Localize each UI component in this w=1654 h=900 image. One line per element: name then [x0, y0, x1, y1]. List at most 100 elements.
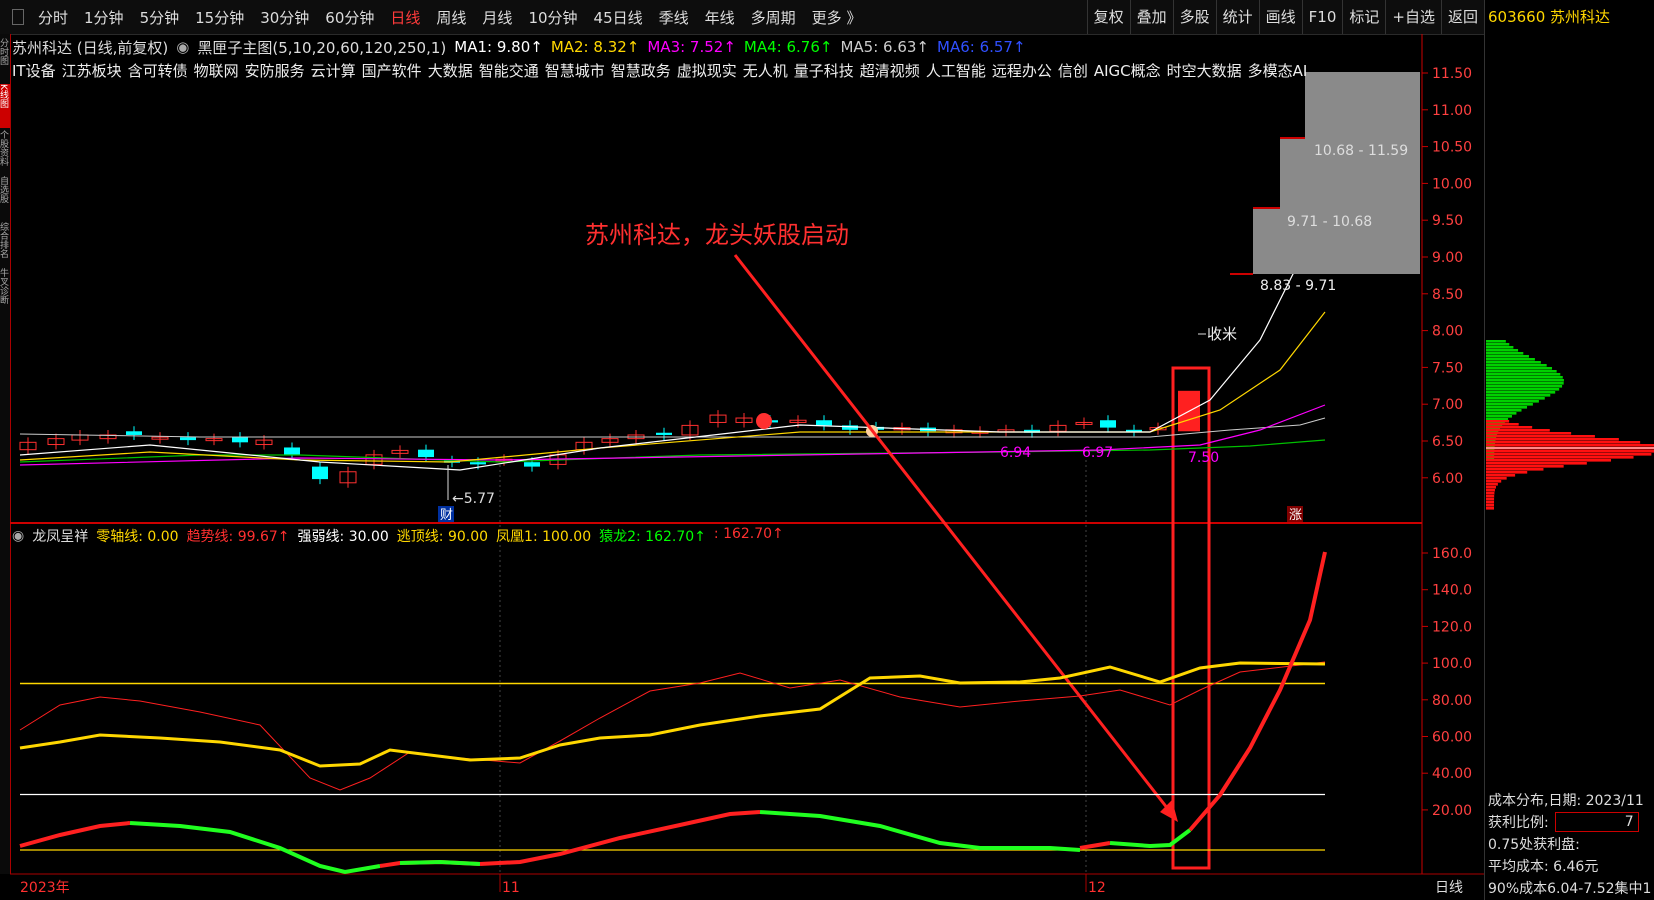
price-label: 11.50: [1432, 66, 1472, 82]
concept-tag[interactable]: 国产软件: [362, 60, 422, 82]
cost-bar-red: [1486, 486, 1496, 489]
concentration: 90%成本6.04-7.52集中1: [1488, 881, 1652, 897]
event-ball: [756, 413, 772, 429]
concept-tag[interactable]: 人工智能: [926, 60, 986, 82]
ma-values: MA1: 9.80↑ MA2: 8.32↑ MA3: 7.52↑ MA4: 6.76↑…: [454, 38, 1033, 56]
range-box-1: [1305, 72, 1420, 138]
cost-bar-red: [1486, 438, 1619, 441]
chart-title[interactable]: 苏州科达 (日线,前复权): [12, 37, 168, 58]
cost-bar-red: [1486, 456, 1634, 459]
indicator-value-4: 凤凰1: 100.00: [496, 529, 592, 545]
concept-tag[interactable]: 大数据: [428, 60, 473, 82]
cost-bar-green: [1486, 382, 1564, 385]
cost-bar-red: [1486, 462, 1587, 465]
candle-body: [1100, 420, 1116, 428]
dragon-line-red: [19, 821, 131, 848]
time-label-dec: 12: [1088, 880, 1106, 896]
cost-bar-green: [1486, 379, 1564, 382]
cost-bar-green: [1486, 397, 1545, 400]
price-label: 8.00: [1432, 324, 1463, 340]
cost-bar-green: [1486, 349, 1519, 352]
ma-value-5: MA5: 6.63↑: [840, 38, 929, 56]
concept-tag[interactable]: 无人机: [743, 60, 788, 82]
cost-bar-green: [1486, 340, 1506, 343]
cost-bar-green: [1486, 364, 1547, 367]
cost-bar-red: [1486, 507, 1495, 510]
candle-body: [418, 449, 434, 458]
ma-value-2: MA2: 8.32↑: [550, 38, 640, 56]
cost-bar-green: [1486, 403, 1533, 406]
candle-body: [816, 420, 832, 426]
cost-bar-green: [1486, 415, 1512, 418]
profit-pos: 0.75处获利盘:: [1488, 837, 1580, 853]
shoumi-label: 收米: [1207, 325, 1237, 343]
cost-bar-green: [1486, 352, 1524, 355]
cost-bar-green: [1486, 343, 1510, 346]
concept-tag[interactable]: 智慧城市: [545, 60, 605, 82]
range-label-2: 9.71 - 10.68: [1287, 214, 1372, 230]
price-label: 7.00: [1432, 397, 1463, 413]
cost-bar-red: [1486, 459, 1612, 462]
indicator-dropdown-icon[interactable]: ◉: [12, 528, 24, 544]
price-mark-3: 7.50: [1188, 450, 1219, 466]
price-label: 7.50: [1432, 360, 1463, 376]
concept-tag[interactable]: AIGC概念: [1094, 60, 1161, 82]
cost-bar-red: [1486, 441, 1641, 444]
cost-bar-green: [1486, 406, 1528, 409]
cost-bar-green: [1486, 394, 1551, 397]
concept-tag[interactable]: IT设备: [12, 60, 56, 82]
candle-body: [232, 437, 248, 443]
cost-bar-green: [1486, 412, 1517, 415]
dragon-line-red: [1079, 841, 1111, 850]
indicator-value-1: 趋势线: 99.67↑: [186, 529, 290, 545]
concept-tags: IT设备 江苏板块 含可转债 物联网 安防服务 云计算 国产软件 大数据 智能交通 智慧城市 智慧政…: [12, 60, 1312, 82]
zhang-label: 涨: [1289, 508, 1302, 523]
candle-body: [126, 431, 142, 435]
concept-tag[interactable]: 量子科技: [794, 60, 854, 82]
cost-bar-red: [1486, 450, 1654, 453]
concept-tag[interactable]: 物联网: [194, 60, 239, 82]
indicator-axis-label: 60.00: [1432, 730, 1472, 746]
concept-tag[interactable]: 安防服务: [245, 60, 305, 82]
concept-tag[interactable]: 江苏板块: [62, 60, 122, 82]
concept-tag[interactable]: 虚拟现实: [677, 60, 737, 82]
ma5-line: [19, 417, 1326, 438]
concept-tag[interactable]: 多模态AI: [1248, 60, 1308, 82]
ma-value-1: MA1: 9.80↑: [454, 38, 543, 56]
cost-bar-red: [1486, 495, 1495, 498]
concept-tag[interactable]: 超清视频: [860, 60, 920, 82]
concept-tag[interactable]: 含可转债: [128, 60, 188, 82]
concept-tag[interactable]: 云计算: [311, 60, 356, 82]
dragon-line-red: [479, 810, 761, 866]
concept-tag[interactable]: 远程办公: [992, 60, 1052, 82]
annotation-arrow: [733, 254, 1177, 819]
indicator-values: 零轴线: 0.00 趋势线: 99.67↑ 强弱线: 30.00 逃顶线: 90.00…: [96, 526, 792, 546]
price-mark-1: 6.94: [1000, 445, 1031, 461]
concept-tag[interactable]: 信创: [1058, 60, 1088, 82]
time-label-period: 日线: [1435, 880, 1463, 896]
cost-bar-green: [1486, 391, 1556, 394]
indicator-header: ◉ 龙凤呈祥 零轴线: 0.00 趋势线: 99.67↑ 强弱线: 30.00 逃顶线…: [12, 525, 800, 547]
price-label: 8.50: [1432, 287, 1463, 303]
indicator-name[interactable]: 龙凤呈祥: [32, 526, 88, 546]
price-label: 10.50: [1432, 140, 1472, 156]
dragon-line-green: [129, 821, 381, 875]
profit-value-box: 7: [1554, 812, 1639, 832]
indicator-axis-label: 20.00: [1432, 803, 1472, 819]
cost-bar-red: [1486, 444, 1654, 447]
concept-tag[interactable]: 智慧政务: [611, 60, 671, 82]
cost-bar-red: [1486, 465, 1564, 468]
highlight-box: [1171, 366, 1211, 870]
main-indicator-name[interactable]: 黑匣子主图(5,10,20,60,120,250,1): [197, 37, 446, 58]
ma-value-4: MA4: 6.76↑: [743, 38, 833, 56]
cost-bar-red: [1486, 483, 1498, 486]
concept-tag[interactable]: 时空大数据: [1167, 60, 1242, 82]
candle-body: [312, 466, 328, 480]
indicator-value-6: : 162.70↑: [713, 526, 784, 542]
indicator-axis-label: 100.0: [1432, 656, 1472, 672]
price-label: 10.00: [1432, 176, 1472, 192]
indicator-dropdown-icon[interactable]: ◉: [176, 38, 189, 56]
concept-tag[interactable]: 智能交通: [479, 60, 539, 82]
cost-bar-green: [1486, 361, 1541, 364]
cost-bar-green: [1486, 400, 1539, 403]
